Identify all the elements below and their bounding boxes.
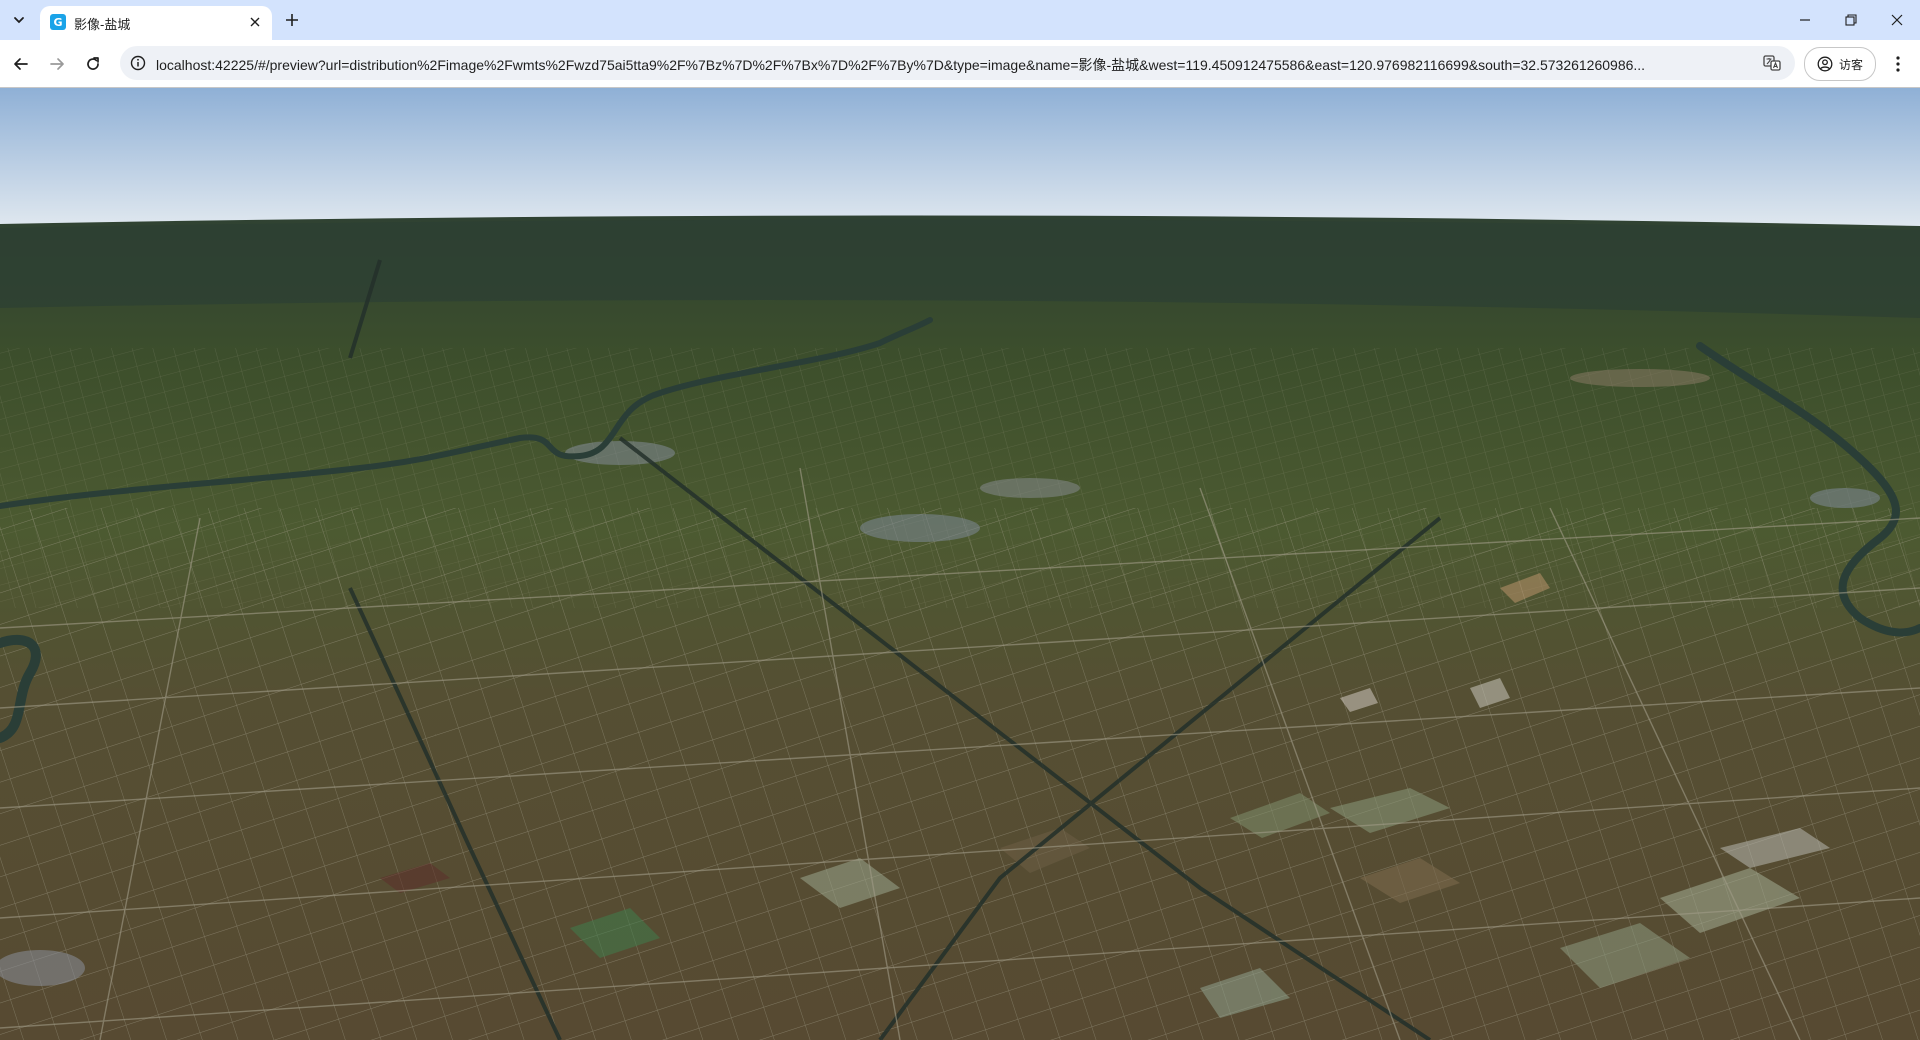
reload-icon [87, 57, 99, 70]
browser-tab[interactable]: G 影像-盐城 [40, 6, 272, 40]
info-icon[interactable] [130, 55, 146, 71]
favicon-icon: G [50, 14, 66, 30]
close-icon [250, 17, 260, 27]
reload-button[interactable] [80, 51, 106, 77]
restore-icon [1845, 14, 1857, 26]
sky [0, 88, 1920, 238]
url-text[interactable]: localhost:42225/#/preview?url=distributi… [156, 55, 1746, 75]
close-window-button[interactable] [1874, 0, 1920, 40]
new-tab-button[interactable] [282, 10, 302, 30]
minimize-button[interactable] [1782, 0, 1828, 40]
tab-title: 影像-盐城 [74, 17, 131, 32]
profile-button[interactable]: 访客 [1804, 47, 1876, 81]
close-tab-button[interactable] [246, 13, 264, 31]
close-window-icon [1891, 14, 1903, 26]
minimize-icon [1800, 19, 1810, 21]
chevron-down-icon [14, 17, 24, 24]
restore-button[interactable] [1828, 0, 1874, 40]
plus-icon [286, 14, 298, 26]
arrow-right-icon [50, 58, 64, 70]
browser-toolbar: localhost:42225/#/preview?url=distributi… [0, 40, 1920, 88]
tab-strip: G 影像-盐城 [0, 0, 1920, 40]
tab-search-button[interactable] [6, 8, 32, 32]
browser-menu-button[interactable] [1886, 51, 1910, 77]
address-bar[interactable]: localhost:42225/#/preview?url=distributi… [120, 46, 1795, 80]
satellite-scene[interactable] [0, 88, 1920, 1040]
kebab-menu-icon [1896, 56, 1900, 72]
profile-label: 访客 [1838, 57, 1863, 72]
forward-button[interactable] [44, 51, 70, 77]
translate-icon[interactable] [1763, 54, 1781, 72]
arrow-left-icon [14, 58, 28, 70]
user-circle-icon [1817, 56, 1833, 72]
map-viewport[interactable] [0, 88, 1920, 1040]
back-button[interactable] [8, 51, 34, 77]
